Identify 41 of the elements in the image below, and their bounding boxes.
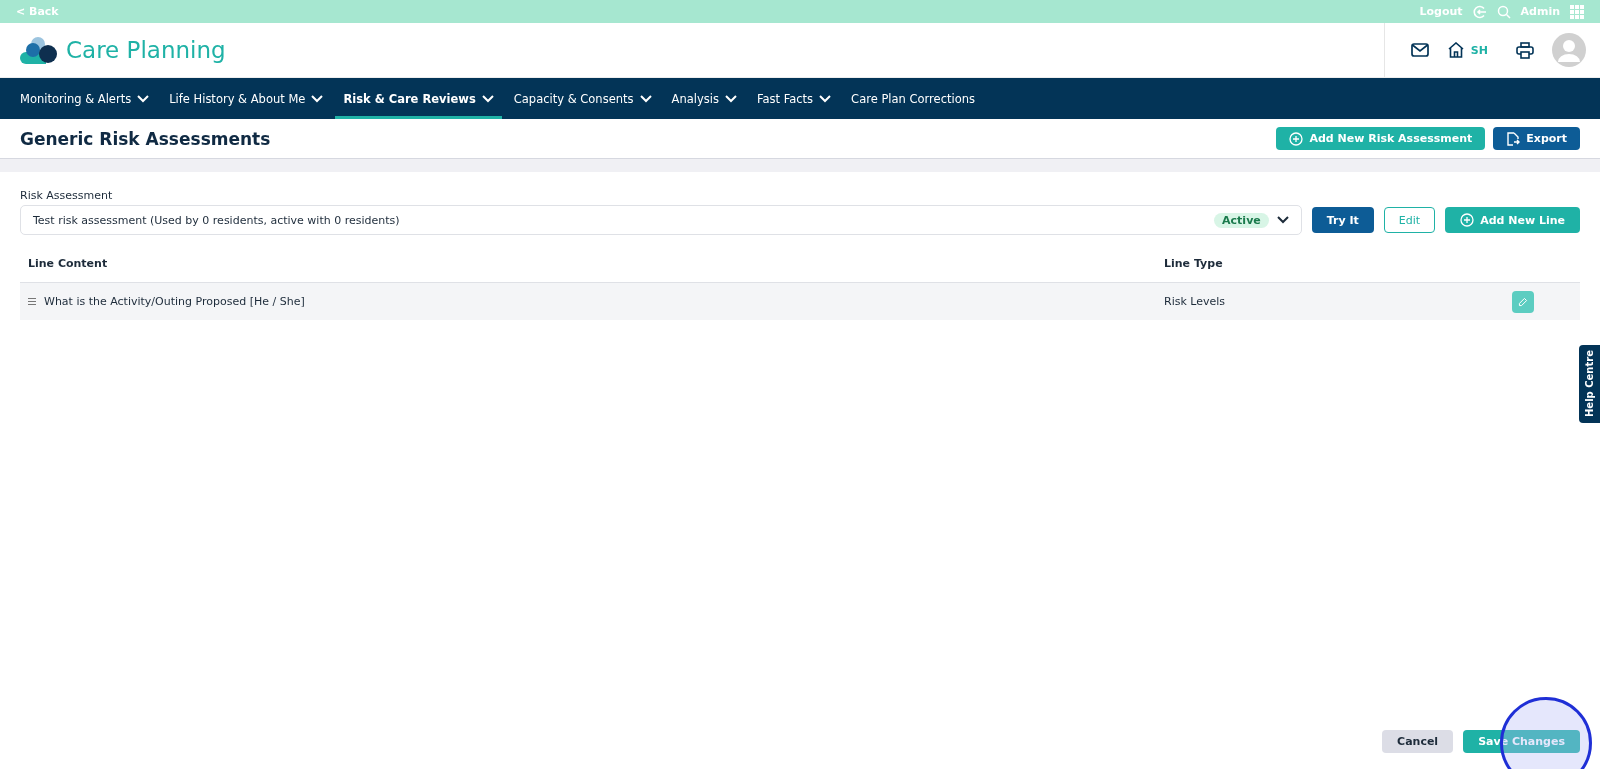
home-icon[interactable] — [1446, 42, 1465, 58]
chevron-down-icon — [481, 94, 494, 103]
chevron-down-icon — [819, 94, 832, 103]
logo-icon — [20, 36, 58, 64]
chevron-down-icon — [311, 94, 324, 103]
nav-tab[interactable]: Care Plan Corrections — [843, 78, 983, 119]
nav-tab[interactable]: Analysis — [663, 78, 745, 119]
logout-icon[interactable] — [1472, 4, 1487, 19]
table-cell: What is the Activity/Outing Proposed [He / She] — [44, 295, 305, 308]
chevron-down-icon — [724, 94, 737, 103]
assessment-select[interactable]: Test risk assessment (Used by 0 residents, active with 0 residents) Active — [20, 205, 1302, 235]
apps-grid-icon[interactable] — [1570, 4, 1584, 19]
nav-tab[interactable]: Fast Facts — [748, 78, 840, 119]
nav-tab[interactable]: Monitoring & Alerts — [12, 78, 158, 119]
field-label: Risk Assessment — [20, 189, 113, 202]
export-button[interactable]: Export — [1493, 127, 1580, 150]
app-title: Care Planning — [66, 37, 226, 63]
status-tag: Active — [1214, 212, 1269, 228]
column-header: Line Type — [1156, 245, 1504, 283]
help-tab[interactable]: Help Centre — [1579, 345, 1600, 423]
chevron-down-icon — [639, 94, 652, 103]
nav-tab[interactable]: Capacity & Consents — [505, 78, 660, 119]
avatar-icon[interactable] — [1552, 33, 1586, 67]
try-button[interactable]: Try It — [1311, 207, 1374, 233]
table-cell: Risk Levels — [1164, 295, 1226, 308]
nav-tab[interactable]: Life History & About Me — [161, 78, 332, 119]
plus-circle-icon — [1460, 213, 1475, 227]
cancel-button[interactable]: Cancel — [1382, 730, 1454, 753]
chevron-down-icon — [137, 94, 150, 103]
nav-tab[interactable]: Risk & Care Reviews — [335, 78, 502, 119]
drag-handle-icon[interactable] — [28, 298, 36, 305]
search-icon[interactable] — [1496, 4, 1511, 19]
home-code: SH — [1470, 43, 1488, 57]
export-icon — [1506, 131, 1521, 146]
printer-icon[interactable] — [1516, 41, 1534, 59]
mail-icon[interactable] — [1410, 43, 1429, 57]
column-header: Line Content — [20, 245, 1156, 283]
chevron-down-icon — [1276, 216, 1289, 224]
plus-circle-icon — [1289, 131, 1304, 146]
edit-icon-button[interactable] — [1512, 290, 1534, 313]
page-title: Generic Risk Assessments — [20, 128, 272, 149]
